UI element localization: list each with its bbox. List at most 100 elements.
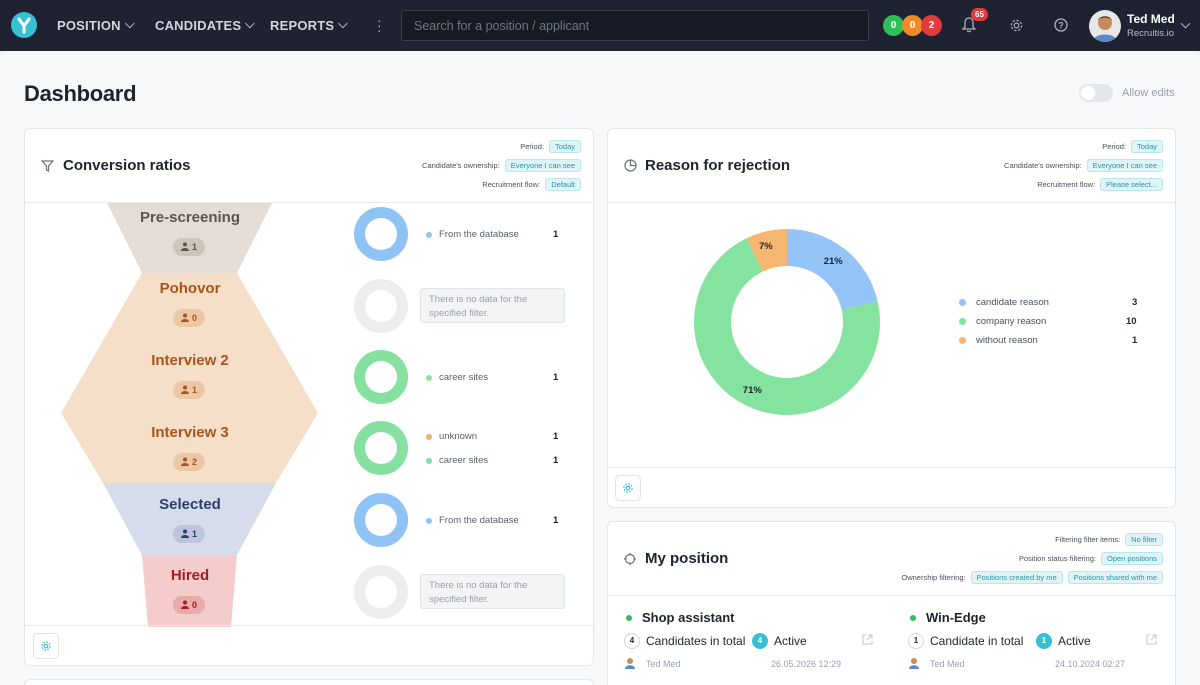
nav-reports-label: REPORTS — [270, 18, 335, 33]
legend-label: without reason — [976, 335, 1038, 346]
legend-value: 10 — [1126, 316, 1137, 327]
legend-value: 1 — [553, 515, 559, 526]
legend-dot — [426, 517, 432, 524]
funnel-stage-label: Selected — [159, 496, 221, 513]
external-link-icon[interactable] — [1146, 634, 1157, 645]
source-ring-chart — [354, 493, 408, 547]
position-title-link[interactable]: Win-Edge — [910, 610, 986, 625]
filter-label: Recruitment flow: — [482, 180, 541, 189]
legend-value: 1 — [553, 431, 559, 442]
rejection-title: Reason for rejection — [645, 157, 791, 174]
legend-label: career sites — [439, 455, 489, 466]
my-position-title: My position — [645, 550, 729, 567]
more-menu-icon[interactable]: · · · — [377, 13, 382, 37]
filter-tag[interactable]: Positions shared with me — [1067, 571, 1163, 584]
nav-reports[interactable]: REPORTS — [270, 0, 348, 51]
position-date: 24.10.2024 02:27 — [1055, 659, 1126, 669]
status-pill-red[interactable]: 2 — [921, 15, 942, 36]
filter-items[interactable]: Filtering filter items: No filter — [1055, 533, 1163, 546]
gear-icon[interactable] — [1009, 18, 1024, 38]
settings-button[interactable] — [33, 633, 59, 659]
filter-status[interactable]: Position status filtering: Open positions — [1019, 552, 1163, 565]
legend-value: 1 — [553, 455, 559, 466]
stage-candidate-count[interactable]: 0 — [173, 596, 205, 614]
position-name: Win-Edge — [926, 610, 986, 625]
donut-percent-label: 21% — [823, 256, 843, 268]
filter-ownership[interactable]: Candidate's ownership: Everyone I can see — [1004, 159, 1163, 172]
status-pill-green[interactable]: 0 — [883, 15, 904, 36]
my-position-card: My position Filtering filter items: No fi… — [607, 521, 1176, 685]
person-icon — [180, 600, 189, 609]
legend-dot — [426, 457, 432, 464]
divider — [608, 202, 1175, 203]
candidates-count: 1 — [908, 633, 924, 649]
gear-icon — [41, 641, 51, 651]
filter-tag[interactable]: Today — [548, 140, 581, 153]
person-icon — [180, 313, 189, 322]
stage-count-value: 1 — [191, 242, 197, 252]
conversion-ratios-card: Conversion ratios Period: Today Candidate… — [24, 128, 594, 666]
active-count: 1 — [1036, 633, 1052, 649]
nav-position[interactable]: POSITION — [57, 0, 135, 51]
owner-avatar-icon — [909, 658, 919, 669]
svg-text:?: ? — [1058, 21, 1064, 31]
legend-label: company reason — [976, 316, 1047, 327]
rejection-legend-item[interactable]: without reason — [959, 335, 1038, 346]
rejection-legend-item[interactable]: candidate reason — [959, 297, 1049, 308]
status-pill-orange[interactable]: 0 — [902, 15, 923, 36]
filter-tag[interactable]: Today — [1130, 140, 1163, 153]
legend-dot — [426, 433, 432, 440]
stage-candidate-count[interactable]: 1 — [173, 238, 205, 256]
external-link-icon[interactable] — [862, 634, 873, 645]
legend-dot — [426, 374, 432, 381]
filter-period[interactable]: Period: Today — [1102, 140, 1163, 153]
filter-recruitment-flow[interactable]: Recruitment flow: Please select... — [1037, 178, 1163, 191]
filter-tag[interactable]: Please select... — [1100, 178, 1163, 191]
rejection-legend-item[interactable]: company reason — [959, 316, 1046, 327]
help-icon[interactable]: ? — [1054, 18, 1068, 37]
candidates-label: Candidate in total — [930, 634, 1024, 648]
filter-recruitment-flow[interactable]: Recruitment flow: Default — [482, 178, 581, 191]
top-navigation-bar: POSITION CANDIDATES REPORTS ··· 0 0 2 65… — [0, 0, 1200, 51]
stage-candidate-count[interactable]: 1 — [173, 381, 205, 399]
user-avatar[interactable] — [1089, 10, 1121, 42]
source-legend-item: From the database — [426, 515, 519, 526]
filter-ownership[interactable]: Ownership filtering: Positions created by… — [901, 571, 1163, 584]
person-icon — [180, 529, 189, 538]
position-title-link[interactable]: Shop assistant — [626, 610, 734, 625]
divider — [25, 625, 593, 626]
funnel-stage-selected[interactable] — [103, 483, 276, 555]
legend-label: candidate reason — [976, 297, 1049, 308]
donut-slice-candidate-reason[interactable] — [787, 229, 878, 310]
stage-candidate-count[interactable]: 1 — [173, 525, 205, 543]
funnel-stage-hired[interactable] — [142, 555, 237, 627]
funnel-stage-label: Interview 3 — [151, 424, 229, 441]
active-label: Active — [774, 634, 807, 648]
conversion-ratios-title: Conversion ratios — [63, 157, 191, 174]
nav-candidates[interactable]: CANDIDATES — [155, 0, 256, 51]
filter-label: Candidate's ownership: — [1004, 161, 1082, 170]
funnel-icon — [41, 160, 54, 172]
filter-tag[interactable]: Open positions — [1100, 552, 1163, 565]
stage-candidate-count[interactable]: 0 — [173, 309, 205, 327]
filter-tag[interactable]: Positions created by me — [970, 571, 1063, 584]
filter-tag[interactable]: Everyone I can see — [504, 159, 581, 172]
stage-candidate-count[interactable]: 2 — [173, 453, 205, 471]
active-count: 4 — [752, 633, 768, 649]
filter-period[interactable]: Period: Today — [520, 140, 581, 153]
allow-edits-toggle[interactable] — [1079, 84, 1113, 102]
stage-count-value: 0 — [191, 600, 197, 610]
legend-dot — [959, 299, 966, 306]
search-input[interactable] — [401, 10, 869, 41]
app-logo[interactable] — [11, 12, 37, 38]
filter-tag[interactable]: Everyone I can see — [1086, 159, 1163, 172]
filter-ownership[interactable]: Candidate's ownership: Everyone I can see — [422, 159, 581, 172]
stage-count-value: 1 — [191, 529, 197, 539]
pie-chart-icon — [624, 159, 637, 172]
chevron-down-icon[interactable] — [1180, 18, 1191, 29]
settings-button[interactable] — [615, 475, 641, 501]
gear-icon — [623, 483, 633, 493]
filter-tag[interactable]: No filter — [1125, 533, 1163, 546]
next-card — [24, 679, 594, 685]
filter-tag[interactable]: Default — [545, 178, 581, 191]
